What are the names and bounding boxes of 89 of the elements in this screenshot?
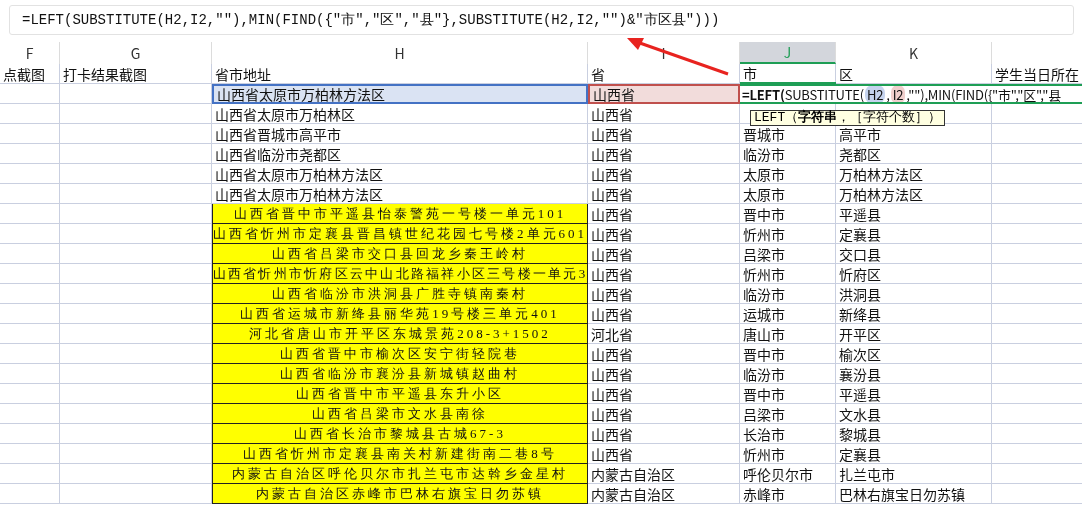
table-cell-text: 晋城市 (742, 124, 785, 143)
table-cell: 山西省忻州市定襄县南关村新建街南二巷8号 (212, 444, 588, 464)
table-cell-text: 山西省 (590, 424, 634, 443)
table-cell-text: 山西省 (590, 264, 634, 283)
cell-editor[interactable]: =LEFT(SUBSTITUTE( H2 , I2 ,""),MIN(FIND({"市","区","县 (740, 84, 1082, 104)
table-header-cell-text: 点截图 (2, 64, 46, 83)
table-cell: 山西省忻州市忻府区云中山北路福祥小区三号楼一单元3 (212, 264, 588, 284)
table-cell-text: 定襄县 (838, 444, 882, 463)
table-cell-text: 高平市 (838, 124, 882, 143)
table-cell-text: 万柏林方法区 (838, 164, 924, 183)
table-header-cell-text: 打卡结果截图 (62, 64, 148, 83)
table-cell: 山西省吕梁市文水县南徐 (212, 404, 588, 424)
table-cell-text: 临汾市 (742, 284, 786, 303)
table-cell-text: 山西省 (590, 344, 634, 363)
function-tooltip: LEFT（字符串，［字符个数］） (750, 110, 946, 126)
table-header-cell-text: 学生当日所在 (994, 64, 1080, 83)
table-cell-text: 山西省 (590, 124, 634, 143)
table-cell: 山西省吕梁市交口县回龙乡秦王岭村 (212, 244, 588, 264)
table-cell: 内蒙古自治区呼伦贝尔市扎兰屯市达斡乡金星村 (212, 464, 588, 484)
table-cell-text: 内蒙古自治区 (590, 484, 676, 503)
table-cell: 内蒙古自治区赤峰市巴林右旗宝日勿苏镇 (212, 484, 588, 504)
table-cell-text: 山西省 (590, 384, 634, 403)
table-cell-text: 赤峰市 (742, 484, 786, 503)
table-cell-text: 太原市 (742, 184, 786, 203)
table-cell-text: 忻州市 (742, 224, 786, 243)
table-cell-text: 山西省太原市万柏林区 (214, 104, 356, 123)
table-cell-text: 平遥县 (838, 204, 882, 223)
table-cell: 山西省忻州市定襄县晋昌镇世纪花园七号楼2单元601 (212, 224, 588, 244)
table-cell-text: 临汾市 (742, 144, 786, 163)
table-header-cell-text: 省 (590, 64, 606, 83)
table-cell-text: 忻府区 (838, 264, 882, 283)
table-cell-text: 唐山市 (742, 324, 786, 343)
table-cell-text: 长治市 (742, 424, 786, 443)
table-cell-text: 榆次区 (838, 344, 882, 363)
table-cell-text: 运城市 (742, 304, 786, 323)
table-cell-text: 忻州市 (742, 264, 786, 283)
table-cell: 山西省运城市新绛县丽华苑19号楼三单元401 (212, 304, 588, 324)
table-cell-text: 文水县 (838, 404, 882, 423)
table-cell-text: 山西省 (590, 224, 634, 243)
table-cell-text: 山西省临汾市尧都区 (214, 144, 342, 163)
table-cell-text: 晋中市 (742, 384, 786, 403)
table-cell: 山西省晋中市平遥县怡泰警苑一号楼一单元101 (212, 204, 588, 224)
table-cell: 山西省 (588, 84, 740, 104)
table-header-cell-text: 省市地址 (214, 64, 272, 83)
table-cell-text: 黎城县 (838, 424, 882, 443)
table-cell: 山西省临汾市襄汾县新城镇赵曲村 (212, 364, 588, 384)
table-cell-text: 内蒙古自治区 (590, 464, 676, 483)
table-cell-text: 巴林右旗宝日勿苏镇 (838, 484, 966, 503)
table-cell: 山西省晋中市榆次区安宁街轻院巷 (212, 344, 588, 364)
table-cell-text: 交口县 (838, 244, 882, 263)
table-cell-text: 万柏林方法区 (838, 184, 924, 203)
table-cell-text: 临汾市 (742, 364, 786, 383)
table-cell: 山西省长治市黎城县古城67-3 (212, 424, 588, 444)
table-cell-text: 山西省 (590, 284, 634, 303)
table-cell-text: 河北省 (590, 324, 634, 343)
table-cell-text: 新绛县 (838, 304, 882, 323)
table-cell-text: 山西省 (590, 204, 634, 223)
table-cell-text: 吕梁市 (742, 404, 786, 423)
table-cell: 山西省太原市万柏林方法区 (212, 84, 588, 104)
table-cell-text: 山西省 (590, 444, 634, 463)
table-cell-text: 开平区 (838, 324, 882, 343)
table-cell-text: 太原市 (742, 164, 786, 183)
table-cell-text: 山西省太原市万柏林方法区 (214, 184, 384, 203)
table-cell-text: 山西省 (590, 364, 634, 383)
table-cell-text: 晋中市 (742, 344, 786, 363)
table-cell-text: 扎兰屯市 (838, 464, 896, 483)
table-cell-text: 平遥县 (838, 384, 882, 403)
table-cell-text: 吕梁市 (742, 244, 786, 263)
table-cell-text: 襄汾县 (838, 364, 882, 383)
table-cell-text: 呼伦贝尔市 (742, 464, 814, 483)
table-cell-text: 山西省太原市万柏林方法区 (214, 164, 384, 183)
table-cell-text: 山西省 (590, 184, 634, 203)
table-cell-text: 山西省 (590, 144, 634, 163)
table-cell-text: 山西省 (590, 244, 634, 263)
formula-bar[interactable]: =LEFT(SUBSTITUTE(H2,I2,""),MIN(FIND({"市","区","县"},SUBSTITUTE(H2,I2,"")&"市区县"))) (9, 5, 1074, 35)
table-cell-text: 山西省晋城市高平市 (214, 124, 342, 143)
table-cell: 山西省晋中市平遥县东升小区 (212, 384, 588, 404)
table-cell-text: 定襄县 (838, 224, 882, 243)
table-cell-text: 晋中市 (742, 204, 786, 223)
table-cell-text: 洪洞县 (838, 284, 882, 303)
table-cell-text: 山西省 (590, 404, 634, 423)
table-cell: 山西省临汾市洪洞县广胜寺镇南秦村 (212, 284, 588, 304)
table-header-cell-text: 区 (838, 64, 854, 83)
table-cell-text: 尧都区 (838, 144, 882, 163)
table-cell-text: 忻州市 (742, 444, 786, 463)
table-cell-text: 山西省 (590, 164, 634, 183)
table-cell-text: 山西省 (590, 104, 634, 123)
table-cell: 河北省唐山市开平区东城景苑208-3+1502 (212, 324, 588, 344)
table-cell-text: 山西省 (590, 304, 634, 323)
